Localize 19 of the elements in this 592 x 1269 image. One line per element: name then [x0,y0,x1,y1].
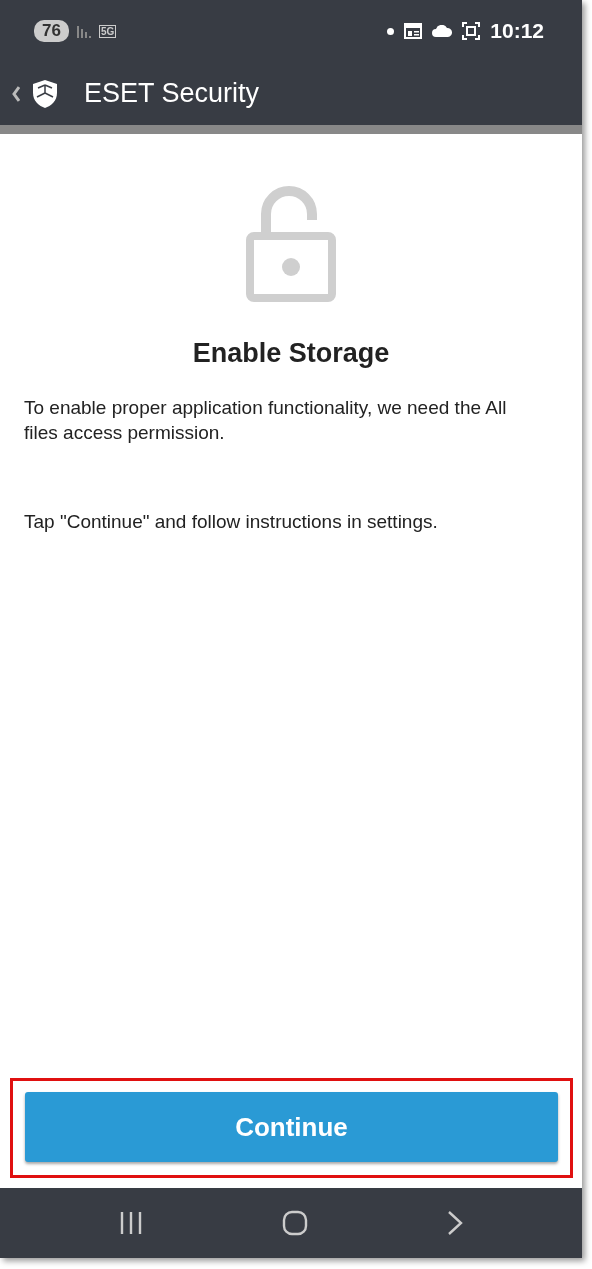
unlocked-padlock-icon [246,186,336,302]
calendar-icon [404,23,423,39]
back-chevron-icon[interactable] [446,1210,463,1236]
cloud-icon [432,25,453,37]
clock-time: 10:12 [490,19,544,43]
recent-apps-icon[interactable] [119,1211,144,1235]
network-type: 5G [98,24,117,38]
screenshot-icon [462,22,481,40]
notification-dot-icon [387,27,395,35]
app-title: ESET Security [84,78,260,109]
back-icon[interactable] [12,85,20,102]
heading: Enable Storage [192,338,390,369]
paragraph: Tap "Continue" and follow instructions in settings. [24,510,439,534]
battery-level: 76 [34,20,69,42]
paragraph: To enable proper application functionality, we need the All files access permission. [24,396,508,445]
home-icon[interactable] [282,1210,308,1236]
shield-icon [32,78,58,109]
signal-icon [76,24,91,38]
continue-button[interactable]: Continue [25,1092,558,1162]
